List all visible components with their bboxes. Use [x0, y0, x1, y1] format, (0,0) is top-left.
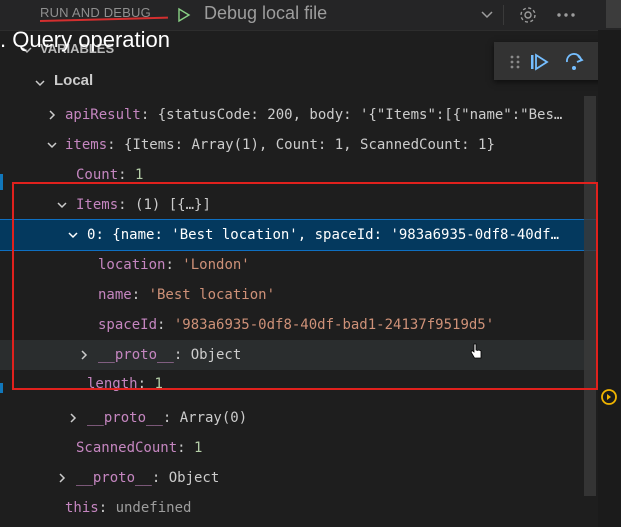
chevron-right-icon[interactable] [56, 472, 68, 484]
variable-name: apiResult [65, 107, 141, 123]
variable-value: '983a6935-0df8-40df-bad1-24137f9519d5' [173, 317, 495, 333]
variable-name: Items [76, 197, 119, 213]
editor-gutter [598, 30, 621, 527]
chevron-right-icon[interactable] [78, 349, 90, 361]
variable-name: __proto__ [98, 347, 174, 363]
tree-row-items[interactable]: items: {Items: Array(1), Count: 1, Scann… [0, 130, 596, 160]
chevron-down-icon[interactable] [34, 77, 46, 89]
tree-row-count[interactable]: Count: 1 [0, 160, 596, 190]
variable-name: ScannedCount [76, 440, 178, 456]
variable-name: spaceId [98, 317, 158, 333]
tree-row-items-array[interactable]: Items: (1) [{…}] [0, 190, 596, 220]
variable-value: 1 [135, 167, 144, 183]
step-over-icon[interactable] [563, 51, 585, 73]
chevron-down-icon[interactable] [67, 229, 79, 241]
tree-row-length[interactable]: length: 1 [0, 372, 596, 396]
ellipsis-icon[interactable] [553, 5, 579, 25]
variable-name: items [65, 137, 108, 153]
variable-name: Count [76, 167, 119, 183]
hand-cursor-icon [470, 343, 482, 359]
variable-name: __proto__ [87, 410, 163, 426]
chevron-right-icon[interactable] [67, 412, 79, 424]
variable-value: Object [190, 347, 242, 363]
tree-row-spaceId[interactable]: spaceId: '983a6935-0df8-40df-bad1-24137f… [0, 310, 596, 340]
tree-row-name[interactable]: name: 'Best location' [0, 280, 596, 310]
variable-name: this [65, 500, 99, 516]
variable-value: 1 [194, 440, 203, 456]
tree-row-scanned-count[interactable]: ScannedCount: 1 [0, 433, 596, 463]
breakpoint-stopped-icon[interactable] [600, 388, 618, 406]
play-icon[interactable] [176, 7, 192, 23]
chevron-down-icon[interactable] [480, 8, 494, 22]
variable-name: location [98, 257, 166, 273]
variable-value: {name: 'Best location', spaceId: '983a69… [112, 227, 560, 243]
continue-icon[interactable] [528, 51, 550, 73]
variable-name: __proto__ [76, 470, 152, 486]
variable-name: name [98, 287, 132, 303]
tree-row-apiResult[interactable]: apiResult: {statusCode: 200, body: '{"It… [0, 100, 596, 130]
scope-local[interactable]: Local [54, 72, 93, 89]
tree-row-this[interactable]: this: undefined [0, 493, 596, 523]
scrollbar[interactable] [584, 96, 596, 496]
variable-value: 'Best location' [148, 287, 276, 303]
debug-config-select[interactable]: Debug local file [204, 3, 327, 24]
variable-value: Array(0) [179, 410, 248, 426]
variable-value: Object [168, 470, 220, 486]
variable-value: 1 [154, 376, 163, 392]
chevron-down-icon[interactable] [46, 139, 58, 151]
variable-value: {Items: Array(1), Count: 1, ScannedCount… [124, 137, 495, 153]
gear-icon[interactable] [518, 5, 538, 25]
toolbar-divider [503, 5, 504, 25]
tree-row-proto-array[interactable]: __proto__: Array(0) [0, 403, 596, 433]
overlay-caption: . Query operation [0, 27, 170, 52]
variable-value: undefined [115, 500, 192, 516]
variable-value: 'London' [182, 257, 250, 273]
variable-value: (1) [{…}] [135, 197, 211, 213]
drag-handle-icon[interactable] [504, 51, 526, 73]
tree-row-item-0[interactable]: 0: {name: 'Best location', spaceId: '983… [0, 219, 597, 251]
variable-value: {statusCode: 200, body: '{"Items":[{"nam… [157, 107, 563, 123]
tree-row-proto-object[interactable]: __proto__: Object [0, 340, 596, 370]
tree-row-proto-outer[interactable]: __proto__: Object [0, 463, 596, 493]
tree-row-location[interactable]: location: 'London' [0, 250, 596, 280]
chevron-right-icon[interactable] [46, 109, 58, 121]
variable-name: length [87, 376, 138, 392]
chevron-down-icon[interactable] [56, 199, 68, 211]
editor-edge-tab [606, 0, 621, 28]
